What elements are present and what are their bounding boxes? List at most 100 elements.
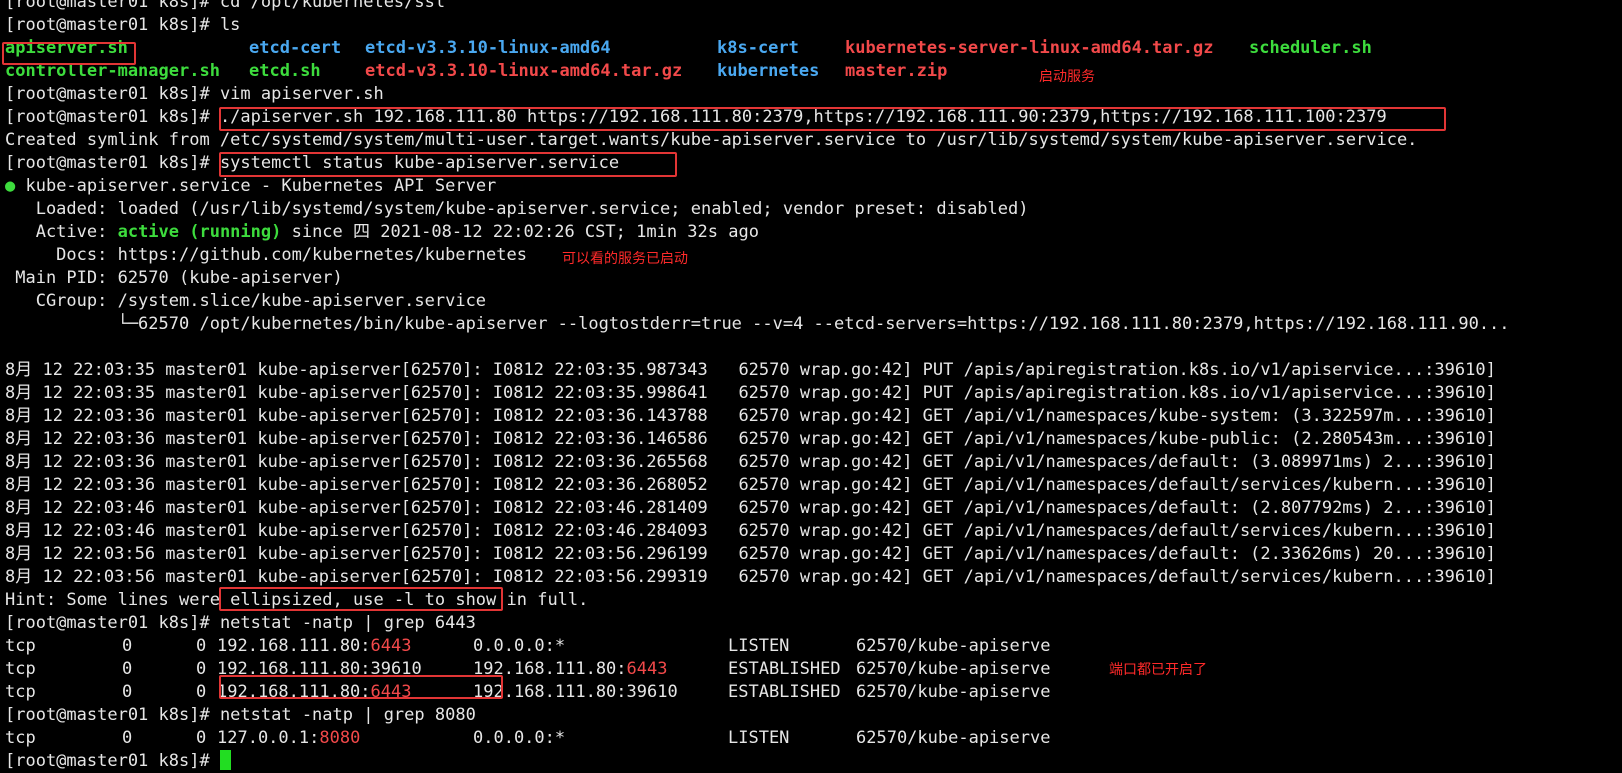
status-dot-icon: ● xyxy=(5,176,16,196)
terminal-cursor[interactable] xyxy=(219,750,231,770)
status-active-state: active (running) xyxy=(117,222,282,242)
terminal-line-status-command: [root@master01 k8s]# systemctl status ku… xyxy=(5,152,1617,175)
netstat-recv-q: 0 xyxy=(122,659,133,679)
status-title-line: ● kube-apiserver.service - Kubernetes AP… xyxy=(5,175,1617,198)
file-etcd-sh[interactable]: etcd.sh xyxy=(249,60,321,83)
hint-line: Hint: Some lines were ellipsized, use -l… xyxy=(5,589,1617,612)
hint-text: Hint: Some lines were ellipsized, use -l… xyxy=(5,590,589,610)
dir-etcd-cert[interactable]: etcd-cert xyxy=(249,37,341,60)
netstat-pid: 62570/kube-apiserve xyxy=(856,636,1051,656)
foreign-host: 192.168.111.80: xyxy=(473,659,627,679)
file-etcd-v3-3-10-tar-gz[interactable]: etcd-v3.3.10-linux-amd64.tar.gz xyxy=(365,60,682,83)
command-ls: ls xyxy=(209,15,241,35)
shell-prompt: [root@master01 k8s]# xyxy=(5,613,210,633)
terminal-line-netstat-8080-command: [root@master01 k8s]# netstat -natp | gre… xyxy=(5,704,1617,727)
log-text: 8月 12 22:03:56 master01 kube-apiserver[6… xyxy=(5,544,1496,564)
shell-prompt: [root@master01 k8s]# xyxy=(5,84,210,104)
netstat-row: tcp 0 0 192.168.111.80:6443 192.168.111.… xyxy=(5,681,1617,704)
log-line: 8月 12 22:03:56 master01 kube-apiserver[6… xyxy=(5,566,1617,589)
local-port: 8080 xyxy=(319,728,361,748)
netstat-local-address: 127.0.0.1:8080 xyxy=(217,727,360,750)
netstat-send-q: 0 xyxy=(196,728,207,748)
shell-prompt: [root@master01 k8s]# xyxy=(5,153,210,173)
status-loaded: Loaded: loaded (/usr/lib/systemd/system/… xyxy=(5,199,1029,219)
log-text: 8月 12 22:03:46 master01 kube-apiserver[6… xyxy=(5,498,1496,518)
local-port: 6443 xyxy=(370,682,412,702)
netstat-pid: 62570/kube-apiserve xyxy=(856,728,1051,748)
netstat-send-q: 0 xyxy=(196,636,207,656)
netstat-local-address: 192.168.111.80:39610 xyxy=(217,658,422,681)
terminal-window[interactable]: [root@master01 k8s]# cd /opt/kubernetes/… xyxy=(2,0,1617,773)
command-systemctl-status: systemctl status kube-apiserver.service xyxy=(209,153,620,173)
file-master-zip[interactable]: master.zip xyxy=(845,60,947,83)
dir-k8s-cert[interactable]: k8s-cert xyxy=(717,37,799,60)
log-line: 8月 12 22:03:36 master01 kube-apiserver[6… xyxy=(5,451,1617,474)
netstat-row: tcp 0 0 192.168.111.80:39610 192.168.111… xyxy=(5,658,1617,681)
terminal-line-partial: [root@master01 k8s]# cd /opt/kubernetes/… xyxy=(5,0,1617,14)
command-vim: vim apiserver.sh xyxy=(209,84,384,104)
status-active-label: Active: xyxy=(5,222,118,242)
log-text: 8月 12 22:03:36 master01 kube-apiserver[6… xyxy=(5,475,1496,495)
local-port: 6443 xyxy=(370,636,412,656)
command-netstat-6443: netstat -natp | grep 6443 xyxy=(209,613,476,633)
annotation-ports-open: 端口都已开启了 xyxy=(1109,662,1207,678)
shell-prompt: [root@master01 k8s]# xyxy=(5,15,210,35)
status-main-pid: Main PID: 62570 (kube-apiserver) xyxy=(5,268,343,288)
local-host: 127.0.0.1: xyxy=(217,728,320,748)
log-text: 8月 12 22:03:35 master01 kube-apiserver[6… xyxy=(5,360,1496,380)
file-controller-manager-sh[interactable]: controller-manager.sh xyxy=(5,60,220,83)
terminal-line-run-command: [root@master01 k8s]# ./apiserver.sh 192.… xyxy=(5,106,1617,129)
command-run-apiserver: ./apiserver.sh 192.168.111.80 https://19… xyxy=(209,107,1387,127)
local-host: 192.168.111.80: xyxy=(217,682,371,702)
file-apiserver-sh[interactable]: apiserver.sh xyxy=(5,37,128,60)
log-text: 8月 12 22:03:36 master01 kube-apiserver[6… xyxy=(5,452,1496,472)
log-text: 8月 12 22:03:46 master01 kube-apiserver[6… xyxy=(5,521,1496,541)
netstat-proto: tcp xyxy=(5,682,36,702)
shell-prompt: [root@master01 k8s]# xyxy=(5,107,210,127)
status-active-line: Active: active (running) since 四 2021-08… xyxy=(5,221,1617,244)
terminal-line-netstat-6443-command: [root@master01 k8s]# netstat -natp | gre… xyxy=(5,612,1617,635)
netstat-recv-q: 0 xyxy=(122,636,133,656)
log-line: 8月 12 22:03:56 master01 kube-apiserver[6… xyxy=(5,543,1617,566)
netstat-proto: tcp xyxy=(5,659,36,679)
status-cgroup-process: └─62570 /opt/kubernetes/bin/kube-apiserv… xyxy=(5,314,1510,334)
netstat-send-q: 0 xyxy=(196,659,207,679)
command-netstat-8080: netstat -natp | grep 8080 xyxy=(209,705,476,725)
ls-output-row-2: controller-manager.sh etcd.sh etcd-v3.3.… xyxy=(5,60,1617,83)
symlink-output: Created symlink from /etc/systemd/system… xyxy=(5,130,1418,150)
netstat-send-q: 0 xyxy=(196,682,207,702)
partial-line-text: [root@master01 k8s]# cd /opt/kubernetes/… xyxy=(5,0,446,12)
netstat-state: LISTEN xyxy=(728,728,790,748)
file-scheduler-sh[interactable]: scheduler.sh xyxy=(1249,37,1372,60)
log-text: 8月 12 22:03:36 master01 kube-apiserver[6… xyxy=(5,429,1496,449)
status-cgroup: CGroup: /system.slice/kube-apiserver.ser… xyxy=(5,291,487,311)
terminal-line-symlink: Created symlink from /etc/systemd/system… xyxy=(5,129,1617,152)
log-text: 8月 12 22:03:56 master01 kube-apiserver[6… xyxy=(5,567,1496,587)
annotation-start-service: 启动服务 xyxy=(1039,69,1095,85)
terminal-line-current-prompt[interactable]: [root@master01 k8s]# xyxy=(5,750,1617,773)
foreign-port: 6443 xyxy=(626,659,668,679)
file-kubernetes-server-tar-gz[interactable]: kubernetes-server-linux-amd64.tar.gz xyxy=(845,37,1213,60)
log-line: 8月 12 22:03:35 master01 kube-apiserver[6… xyxy=(5,382,1617,405)
log-text: 8月 12 22:03:35 master01 kube-apiserver[6… xyxy=(5,383,1496,403)
shell-prompt: [root@master01 k8s]# xyxy=(5,751,210,771)
foreign-host: 0.0.0.0:* xyxy=(473,728,566,748)
netstat-local-address: 192.168.111.80:6443 xyxy=(217,635,411,658)
status-cgroup-child-line: └─62570 /opt/kubernetes/bin/kube-apiserv… xyxy=(5,313,1617,336)
netstat-proto: tcp xyxy=(5,636,36,656)
dir-etcd-v3-3-10-linux-amd64[interactable]: etcd-v3.3.10-linux-amd64 xyxy=(365,37,611,60)
log-line: 8月 12 22:03:36 master01 kube-apiserver[6… xyxy=(5,474,1617,497)
log-line: 8月 12 22:03:36 master01 kube-apiserver[6… xyxy=(5,428,1617,451)
status-main-pid-line: Main PID: 62570 (kube-apiserver) xyxy=(5,267,1617,290)
netstat-foreign-address: 192.168.111.80:6443 xyxy=(473,658,667,681)
netstat-pid: 62570/kube-apiserve xyxy=(856,659,1051,679)
dir-kubernetes[interactable]: kubernetes xyxy=(717,60,819,83)
local-host: 192.168.111.80:39610 xyxy=(217,659,422,679)
netstat-recv-q: 0 xyxy=(122,682,133,702)
netstat-row: tcp 0 0 127.0.0.1:8080 0.0.0.0:* LISTEN … xyxy=(5,727,1617,750)
local-host: 192.168.111.80: xyxy=(217,636,371,656)
netstat-foreign-address: 192.168.111.80:39610 xyxy=(473,681,678,704)
status-docs: Docs: https://github.com/kubernetes/kube… xyxy=(5,245,527,265)
ls-output-row-1: apiserver.sh etcd-cert etcd-v3.3.10-linu… xyxy=(5,37,1617,60)
